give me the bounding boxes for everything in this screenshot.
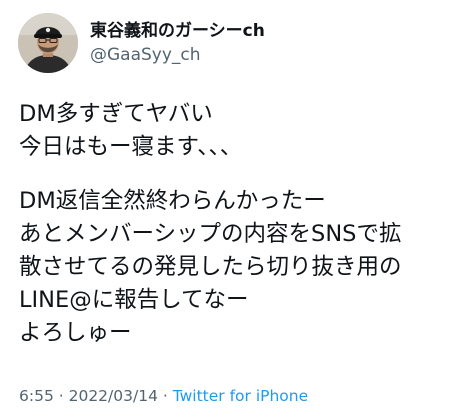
user-handle[interactable]: @GaaSyy_ch	[90, 44, 265, 66]
user-info: 東谷義和のガーシーch @GaaSyy_ch	[90, 20, 265, 66]
tweet-text-line: あとメンバーシップの内容をSNSで拡	[19, 221, 402, 247]
tweet-text-line: DM多すぎてヤバい	[19, 101, 213, 127]
tweet-header: 東谷義和のガーシーch @GaaSyy_ch	[18, 12, 265, 74]
meta-separator: ·	[157, 387, 173, 405]
tweet-date[interactable]: 2022/03/14	[69, 387, 158, 405]
avatar-photo-icon	[18, 13, 78, 73]
tweet-time[interactable]: 6:55	[19, 387, 54, 405]
tweet-source-link[interactable]: Twitter for iPhone	[173, 387, 308, 405]
meta-separator: ·	[53, 387, 69, 405]
display-name[interactable]: 東谷義和のガーシーch	[90, 20, 265, 42]
tweet-text-line: よろしゅー	[19, 320, 132, 346]
tweet-metadata: 6:55 · 2022/03/14 · Twitter for iPhone	[19, 386, 308, 406]
tweet-text-line: LINE@に報告してなー	[19, 287, 249, 313]
avatar[interactable]	[18, 13, 78, 73]
tweet-card: 東谷義和のガーシーch @GaaSyy_ch DM多すぎてヤバい 今日はもー寝ま…	[0, 0, 450, 420]
tweet-text-line: 散させてるの発見したら切り抜き用の	[19, 254, 402, 280]
tweet-text: DM多すぎてヤバい 今日はもー寝ます、、、 DM返信全然終わらんかったー あとメ…	[19, 98, 439, 350]
tweet-text-line: DM返信全然終わらんかったー	[19, 188, 326, 214]
tweet-text-line: 今日はもー寝ます、、、	[19, 134, 243, 160]
